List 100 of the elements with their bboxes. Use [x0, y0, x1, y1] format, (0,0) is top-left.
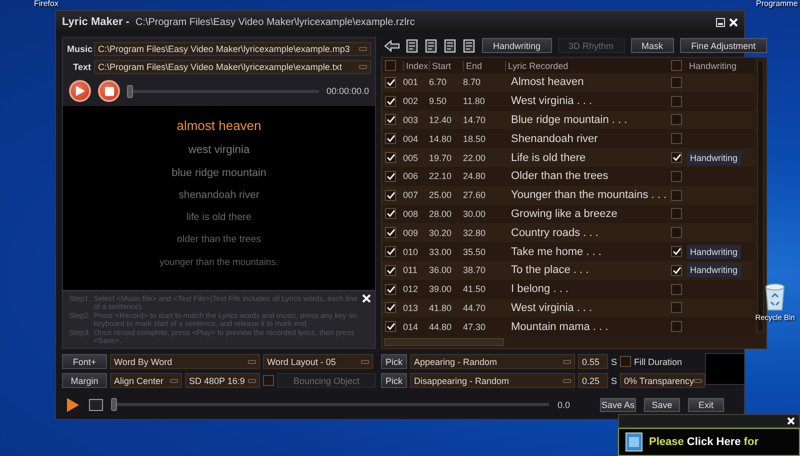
- checkbox[interactable]: [671, 152, 682, 164]
- duration-field[interactable]: 0.25: [578, 373, 608, 388]
- pick-button[interactable]: Pick: [381, 354, 407, 369]
- checkbox[interactable]: [671, 302, 682, 314]
- checkbox[interactable]: [385, 60, 396, 71]
- document-icon[interactable]: [406, 38, 419, 52]
- stop-button[interactable]: [98, 80, 120, 102]
- lyric-cell-text: Older than the trees: [510, 170, 610, 182]
- checkbox[interactable]: [620, 356, 632, 367]
- toolbar-button[interactable]: Fine Adjustment: [680, 38, 767, 53]
- file-path-field[interactable]: C:\Program Files\Easy Video Maker\lyricexample\example.mp3: [94, 42, 371, 56]
- lyric-cell-text: To the place . . .: [510, 264, 590, 276]
- action-button[interactable]: Save As: [600, 398, 636, 412]
- checkbox[interactable]: [385, 246, 396, 258]
- checkbox[interactable]: [671, 264, 682, 276]
- minimize-icon[interactable]: [716, 18, 725, 26]
- close-icon[interactable]: [787, 417, 795, 425]
- margin-button[interactable]: Margin: [62, 373, 107, 388]
- checkbox[interactable]: [385, 152, 396, 164]
- checkbox[interactable]: [671, 114, 682, 126]
- checkbox[interactable]: [385, 284, 396, 295]
- checkbox[interactable]: [671, 96, 682, 107]
- table-cell-text: 002: [403, 96, 420, 106]
- dropdown[interactable]: Appearing - Random: [410, 354, 575, 369]
- checkbox[interactable]: [385, 227, 396, 238]
- time-readout: 0.0: [557, 400, 570, 410]
- toolbar-button[interactable]: Mask: [630, 38, 674, 53]
- lyric-line: west virginia: [188, 144, 250, 156]
- stop-button[interactable]: [89, 398, 103, 410]
- handwriting-tag[interactable]: Handwriting: [687, 150, 741, 165]
- lyric-line: younger than the mountains.: [160, 256, 278, 267]
- close-button[interactable]: [362, 294, 372, 304]
- table-cell-text: 22.00: [463, 152, 487, 163]
- pick-button[interactable]: Pick: [381, 373, 407, 388]
- duration-field[interactable]: 0.55: [578, 354, 608, 369]
- toolbar-button[interactable]: Handwriting: [482, 38, 552, 53]
- horizontal-scrollbar[interactable]: [384, 338, 504, 346]
- checkbox[interactable]: [385, 190, 396, 201]
- checkbox[interactable]: [385, 264, 396, 276]
- table-cell-text: 39.00: [429, 284, 453, 294]
- handwriting-tag[interactable]: Handwriting: [687, 263, 741, 278]
- document-icon[interactable]: [463, 38, 476, 52]
- checkbox[interactable]: [671, 76, 682, 88]
- timeline-thumb[interactable]: [111, 398, 117, 411]
- checkbox[interactable]: [385, 208, 396, 220]
- table-cell-text: 004: [403, 134, 420, 144]
- table-cell-text: 27.60: [463, 190, 487, 200]
- table-cell-text: 24.80: [463, 171, 487, 182]
- back-arrow-icon[interactable]: [383, 38, 400, 53]
- checkbox[interactable]: [385, 114, 396, 126]
- font-button[interactable]: Font+: [62, 354, 107, 369]
- checkbox[interactable]: [671, 133, 682, 144]
- checkbox[interactable]: [671, 321, 682, 332]
- action-button[interactable]: Save: [644, 398, 680, 412]
- table-cell-text: 9.50: [429, 96, 448, 106]
- checkbox[interactable]: [385, 170, 396, 182]
- lyric-cell-text: Growing like a breeze: [510, 208, 618, 220]
- action-button[interactable]: Exit: [688, 398, 724, 412]
- dropdown[interactable]: Word Layout - 05: [263, 354, 373, 369]
- checkbox[interactable]: [385, 302, 396, 314]
- recycle-bin-icon[interactable]: [764, 283, 786, 311]
- document-icon[interactable]: [425, 38, 438, 52]
- seek-thumb[interactable]: [127, 84, 133, 98]
- color-swatch[interactable]: [705, 353, 746, 385]
- dropdown[interactable]: SD 480P 16:9: [185, 373, 260, 388]
- handwriting-tag[interactable]: Handwriting: [687, 244, 741, 259]
- checkbox[interactable]: [385, 133, 396, 144]
- checkbox[interactable]: [671, 60, 682, 71]
- table-cell-text: 36.00: [429, 265, 453, 276]
- checkbox[interactable]: [385, 96, 396, 107]
- column-header[interactable]: Lyric Recorded: [505, 60, 669, 70]
- checkbox[interactable]: [671, 246, 682, 258]
- table-cell-text: 012: [403, 284, 420, 294]
- column-header[interactable]: Index: [403, 60, 427, 70]
- dropdown[interactable]: Disappearing - Random: [410, 373, 575, 388]
- table-cell-text: 003: [403, 114, 420, 125]
- checkbox[interactable]: [385, 76, 396, 88]
- table-cell-text: 14.80: [429, 134, 453, 144]
- dropdown[interactable]: Word By Word: [110, 354, 260, 369]
- column-header[interactable]: Start: [429, 60, 461, 70]
- file-path-field[interactable]: C:\Program Files\Easy Video Maker\lyricexample\example.txt: [94, 60, 371, 74]
- column-header[interactable]: End: [463, 60, 503, 70]
- checkbox[interactable]: [671, 190, 682, 201]
- field-label: Text: [72, 62, 91, 72]
- table-cell-text: 006: [403, 171, 420, 182]
- play-button[interactable]: [69, 80, 91, 102]
- play-button[interactable]: [64, 397, 81, 412]
- checkbox[interactable]: [385, 321, 396, 332]
- desktop-icon-label: Firefox: [34, 0, 58, 8]
- field-label: Music: [67, 44, 91, 54]
- checkbox[interactable]: [671, 284, 682, 295]
- column-header[interactable]: Handwriting: [687, 60, 754, 70]
- dropdown[interactable]: Align Center: [110, 373, 182, 388]
- close-icon[interactable]: [729, 18, 738, 26]
- checkbox[interactable]: [671, 208, 682, 220]
- checkbox[interactable]: [671, 170, 682, 182]
- checkbox[interactable]: [671, 227, 682, 238]
- dropdown[interactable]: 0% Transparency: [620, 373, 706, 388]
- document-icon[interactable]: [444, 38, 457, 52]
- lyric-cell-text: Country roads . . .: [510, 226, 600, 239]
